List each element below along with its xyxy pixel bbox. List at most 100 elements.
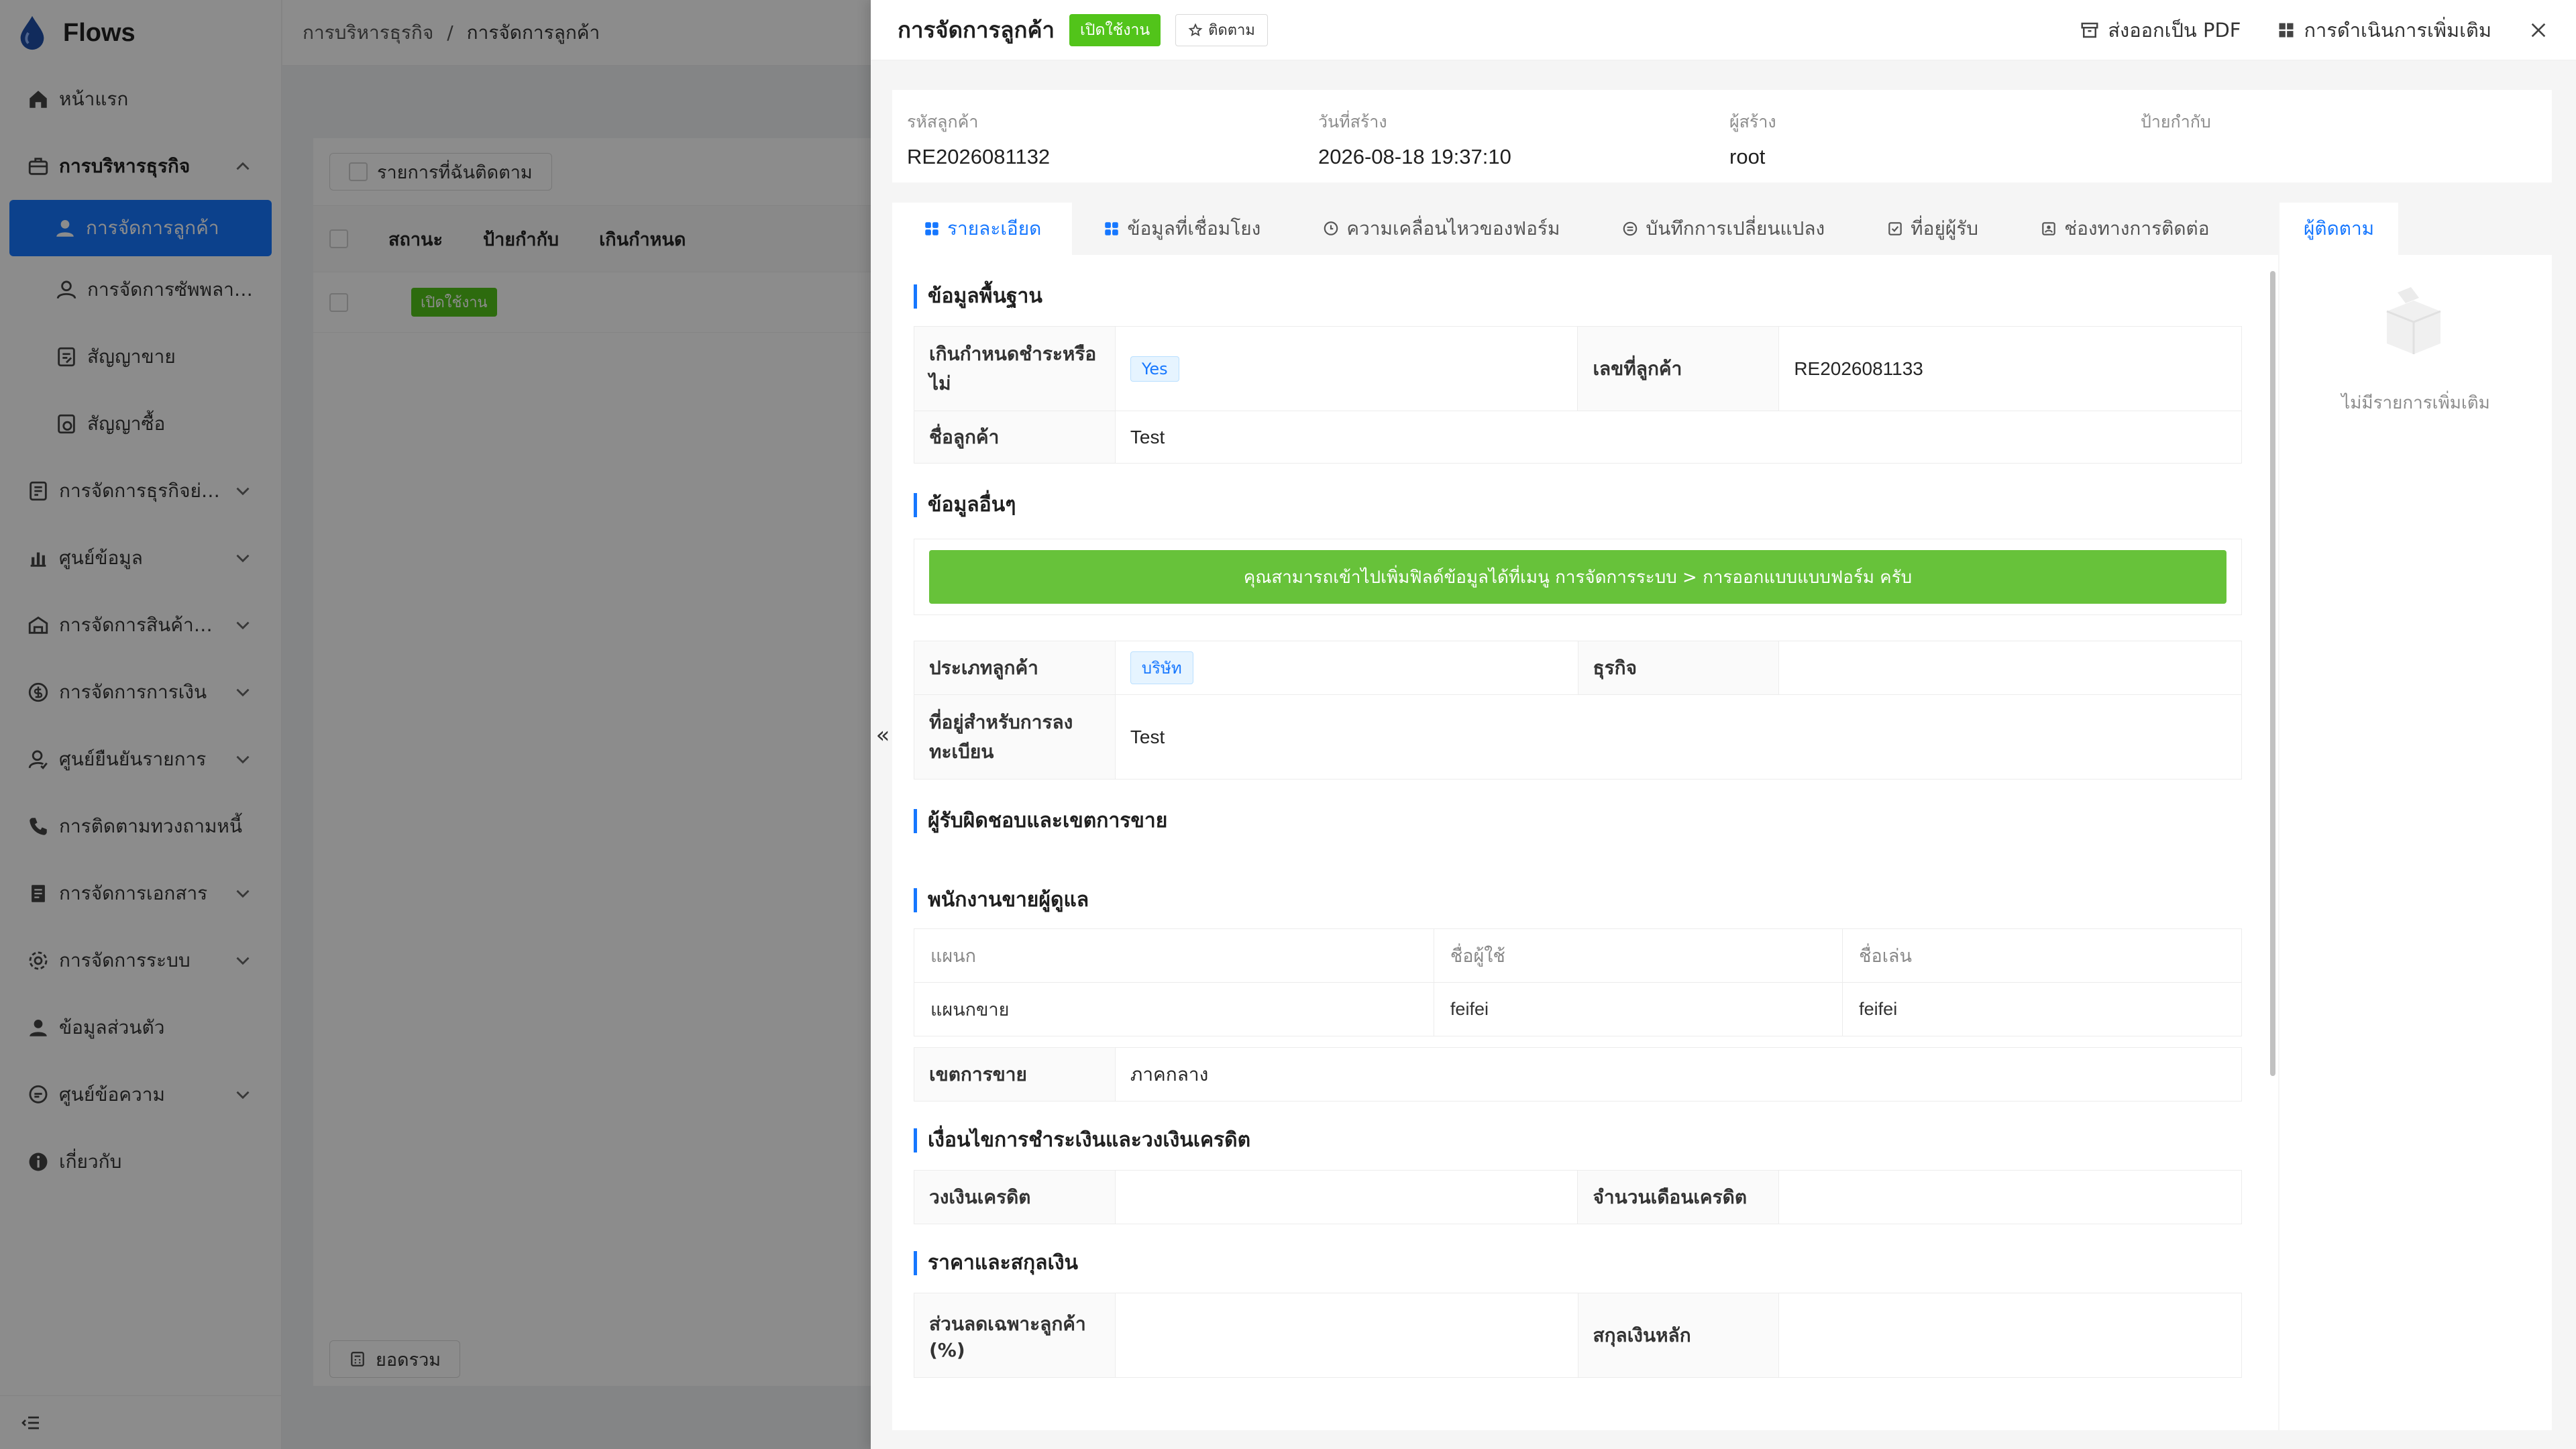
credit-months-label: จำนวนเดือนเครดิต (1577, 1170, 1780, 1224)
close-button[interactable] (2528, 19, 2549, 41)
tab-details[interactable]: รายละเอียด (892, 203, 1073, 255)
drawer-title: การจัดการลูกค้า (898, 17, 1055, 43)
summary-label: ผู้สร้าง (1729, 112, 1776, 131)
followers-panel: ไม่มีรายการเพิ่มเติม (2279, 255, 2552, 1430)
collapse-handle[interactable]: « (871, 722, 895, 749)
business-label: ธุรกิจ (1577, 641, 1780, 695)
sales-region-label: เขตการขาย (914, 1047, 1116, 1102)
follow-label: ติดตาม (1208, 22, 1255, 39)
status-badge: เปิดใช้งาน (1069, 13, 1161, 46)
empty-text: ไม่มีรายการเพิ่มเติม (2341, 393, 2490, 413)
summary-label: รหัสลูกค้า (907, 112, 979, 131)
star-icon (1188, 23, 1203, 38)
summary-tags: ป้ายกำกับ (2141, 109, 2552, 182)
business-value (1778, 641, 2242, 695)
scrollbar-thumb[interactable] (2270, 271, 2275, 1076)
cell-nickname: feifei (1842, 982, 2242, 1036)
discount-value (1114, 1293, 1578, 1378)
section-title-price: ราคาและสกุลเงิน (914, 1251, 2261, 1275)
content-scrollbar[interactable] (2267, 255, 2278, 1430)
more-actions-label: การดำเนินการเพิ่มเติม (2304, 18, 2491, 42)
registration-address-value: Test (1114, 694, 2243, 780)
tab-change-log[interactable]: บันทึกการเปลี่ยนแปลง (1591, 203, 1856, 255)
summary-label: ป้ายกำกับ (2141, 112, 2211, 131)
overdue-tag: Yes (1130, 356, 1179, 382)
tab-followers[interactable]: ผู้ติดตาม (2279, 203, 2399, 255)
customer-name-label: ชื่อลูกค้า (914, 411, 1116, 464)
overdue-value: Yes (1114, 326, 1578, 411)
customer-detail-drawer: การจัดการลูกค้า เปิดใช้งาน ติดตาม ส่งออก… (871, 0, 2576, 1449)
summary-label: วันที่สร้าง (1318, 112, 1387, 131)
archive-icon (2080, 20, 2100, 40)
tab-recipient-address[interactable]: ที่อยู่ผู้รับ (1856, 203, 2009, 255)
section-title-other: ข้อมูลอื่นๆ (914, 493, 2261, 517)
tab-label: ช่องทางการติดต่อ (2064, 217, 2210, 239)
customer-type-value: บริษัท (1114, 641, 1578, 695)
section-title-responsible: ผู้รับผิดชอบและเขตการขาย (914, 809, 2261, 833)
summary-value: root (1729, 145, 1766, 168)
notice-banner: คุณสามารถเข้าไปเพิ่มฟิลด์ข้อมูลได้ที่เมน… (929, 550, 2226, 604)
drawer-header: การจัดการลูกค้า เปิดใช้งาน ติดตาม ส่งออก… (871, 0, 2576, 60)
close-icon (2528, 19, 2549, 41)
summary-creator: ผู้สร้าง root (1729, 109, 2141, 182)
chat-icon (1322, 220, 1340, 237)
grid-icon (1103, 220, 1120, 237)
apps-icon (2277, 21, 2296, 40)
basic-info-table: เกินกำหนดชำระหรือไม่ Yes เลขที่ลูกค้า RE… (914, 326, 2243, 464)
empty-box-icon (2373, 282, 2454, 356)
follow-button[interactable]: ติดตาม (1175, 13, 1268, 46)
summary-customer-code: รหัสลูกค้า RE2026081132 (907, 109, 1318, 182)
section-title-payment: เงื่อนไขการชำระเงินและวงเงินเครดิต (914, 1128, 2261, 1152)
sales-region-table: เขตการขาย ภาคกลาง (914, 1047, 2243, 1102)
record-icon (1621, 220, 1639, 237)
column-nickname: ชื่อเล่น (1842, 928, 2242, 983)
table-row: แผนกขาย feifei feifei (914, 982, 2242, 1036)
customer-no-label: เลขที่ลูกค้า (1577, 326, 1780, 411)
export-pdf-button[interactable]: ส่งออกเป็น PDF (2080, 15, 2241, 46)
customer-type-label: ประเภทลูกค้า (914, 641, 1116, 695)
tab-label: บันทึกการเปลี่ยนแปลง (1646, 217, 1825, 239)
summary-created-date: วันที่สร้าง 2026-08-18 19:37:10 (1318, 109, 1729, 182)
details-content: ข้อมูลพื้นฐาน เกินกำหนดชำระหรือไม่ Yes เ… (892, 255, 2278, 1430)
export-pdf-label: ส่งออกเป็น PDF (2108, 18, 2241, 42)
table-header-row: แผนก ชื่อผู้ใช้ ชื่อเล่น (914, 928, 2242, 983)
payment-table: วงเงินเครดิต จำนวนเดือนเครดิต (914, 1170, 2242, 1224)
grid-icon (923, 220, 941, 237)
notice-box: คุณสามารถเข้าไปเพิ่มฟิลด์ข้อมูลได้ที่เมน… (914, 539, 2242, 615)
address-icon (1886, 220, 1904, 237)
registration-address-label: ที่อยู่สำหรับการลงทะเบียน (914, 694, 1116, 780)
credit-months-value (1778, 1170, 2242, 1224)
contact-icon (2040, 220, 2057, 237)
column-username: ชื่อผู้ใช้ (1433, 928, 1843, 983)
modal-mask[interactable] (0, 0, 871, 1449)
column-department: แผนก (914, 928, 1434, 983)
customer-no-value: RE2026081133 (1778, 326, 2242, 411)
more-actions-button[interactable]: การดำเนินการเพิ่มเติม (2277, 15, 2491, 46)
currency-value (1778, 1293, 2242, 1378)
summary-value: RE2026081132 (907, 145, 1051, 168)
sales-region-value: ภาคกลาง (1114, 1047, 2243, 1102)
summary-panel: รหัสลูกค้า RE2026081132 วันที่สร้าง 2026… (892, 90, 2552, 182)
credit-limit-label: วงเงินเครดิต (914, 1170, 1116, 1224)
overdue-label: เกินกำหนดชำระหรือไม่ (914, 326, 1116, 411)
credit-limit-value (1114, 1170, 1578, 1224)
tab-label: รายละเอียด (947, 217, 1042, 239)
summary-value: 2026-08-18 19:37:10 (1318, 145, 1511, 168)
tab-label: ข้อมูลที่เชื่อมโยง (1127, 217, 1261, 239)
customer-name-value: Test (1114, 411, 2243, 464)
tab-label: ที่อยู่ผู้รับ (1911, 217, 1979, 239)
sales-staff-table: แผนก ชื่อผู้ใช้ ชื่อเล่น แผนกขาย feifei … (914, 928, 2242, 1036)
cell-username: feifei (1433, 982, 1843, 1036)
price-table: ส่วนลดเฉพาะลูกค้า (%) สกุลเงินหลัก (914, 1293, 2242, 1378)
customer-type-tag: บริษัท (1130, 651, 1193, 684)
cell-department: แผนกขาย (914, 982, 1434, 1036)
tab-contact-channels[interactable]: ช่องทางการติดต่อ (2009, 203, 2240, 255)
section-title-sales-staff: พนักงานขายผู้ดูแล (914, 888, 2261, 912)
currency-label: สกุลเงินหลัก (1577, 1293, 1780, 1378)
tab-form-activity[interactable]: ความเคลื่อนไหวของฟอร์ม (1291, 203, 1591, 255)
tab-label: ความเคลื่อนไหวของฟอร์ม (1346, 217, 1560, 239)
other-info-table: ประเภทลูกค้า บริษัท ธุรกิจ ที่อยู่สำหรับ… (914, 641, 2243, 780)
detail-tabs: รายละเอียด ข้อมูลที่เชื่อมโยง ความเคลื่อ… (892, 203, 2278, 255)
tab-linked-data[interactable]: ข้อมูลที่เชื่อมโยง (1072, 203, 1291, 255)
discount-label: ส่วนลดเฉพาะลูกค้า (%) (914, 1293, 1116, 1378)
